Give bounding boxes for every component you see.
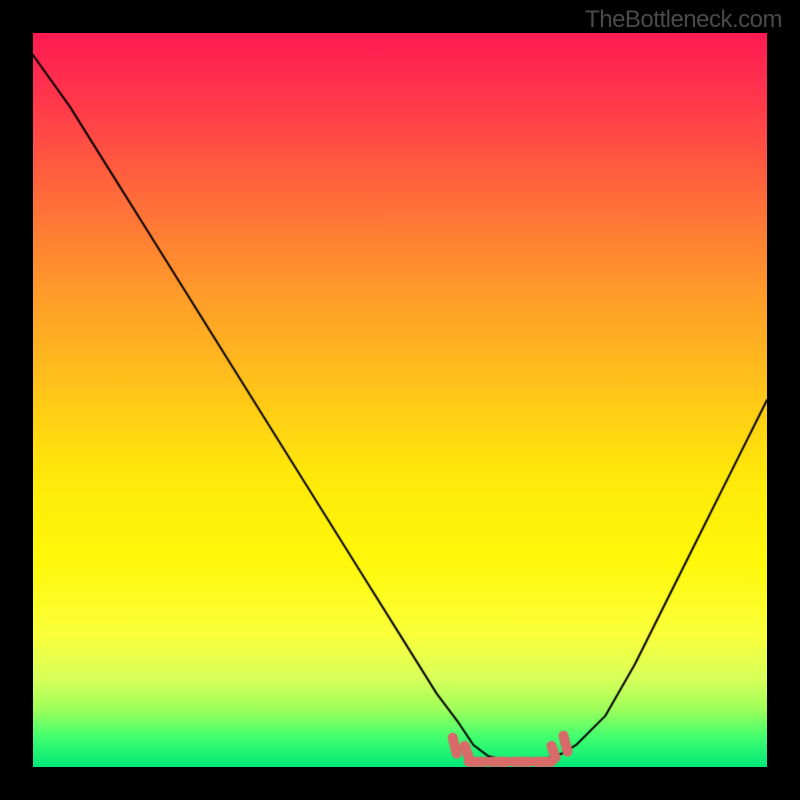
watermark: TheBottleneck.com (585, 6, 782, 34)
bottleneck-curve-canvas (33, 33, 767, 767)
